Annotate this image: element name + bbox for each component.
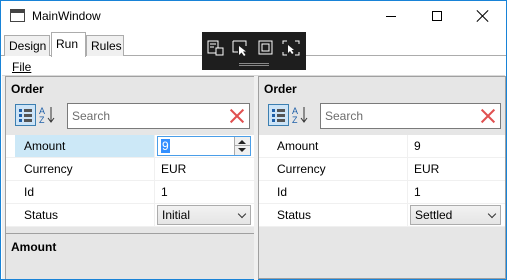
search-input[interactable] <box>72 109 222 123</box>
alphabetical-sort-button[interactable]: AZ <box>290 104 311 126</box>
menu-file[interactable]: File <box>12 60 31 74</box>
chevron-down-icon <box>487 209 497 219</box>
property-name: Amount <box>268 135 408 157</box>
amount-numeric-editor[interactable]: 9 <box>157 136 251 156</box>
sort-az-icon: AZ <box>292 106 308 125</box>
search-box[interactable] <box>67 103 250 129</box>
track-focus-icon[interactable] <box>232 40 250 56</box>
amount-value-text: 9 <box>161 139 170 153</box>
status-dropdown[interactable]: Settled <box>410 205 501 225</box>
status-selected-value: Settled <box>415 208 453 222</box>
property-grid-right: Order AZ Amount 9 Currency <box>258 76 506 279</box>
description-panel: Amount <box>6 233 254 279</box>
clear-search-icon[interactable] <box>480 108 496 124</box>
property-row-id[interactable]: Id 1 <box>259 181 505 204</box>
property-list: Amount 9 Currency EUR Id 1 Status Settle… <box>259 135 505 227</box>
alphabetical-sort-button[interactable]: AZ <box>37 104 58 126</box>
amount-spinner[interactable] <box>234 137 250 155</box>
chevron-down-icon <box>237 209 247 219</box>
object-title: Order <box>264 82 297 96</box>
main-window: MainWindow Design Run Rules File Order A… <box>0 0 507 280</box>
property-grid-left: Order AZ Amount 9 <box>5 76 255 279</box>
close-icon <box>477 10 489 22</box>
property-name: Currency <box>268 158 408 180</box>
property-row-status[interactable]: Status Settled <box>259 204 505 227</box>
property-value[interactable]: EUR <box>156 158 254 180</box>
content-area: Order AZ Amount 9 <box>2 75 506 280</box>
property-row-amount[interactable]: Amount 9 <box>6 135 254 158</box>
maximize-icon <box>432 11 442 21</box>
toolbar-grip[interactable] <box>239 63 269 66</box>
tab-run[interactable]: Run <box>51 32 86 57</box>
xaml-debug-toolbar <box>202 32 306 70</box>
property-name: Id <box>15 181 155 203</box>
property-list: Amount 9 Currency EUR Id 1 Status Initia… <box>6 135 254 227</box>
status-dropdown[interactable]: Initial <box>157 205 251 225</box>
hot-reload-icon[interactable] <box>282 40 300 56</box>
search-input[interactable] <box>325 109 475 123</box>
window-title: MainWindow <box>32 9 101 23</box>
property-value[interactable]: 1 <box>409 181 505 203</box>
title-bar[interactable]: MainWindow <box>1 1 506 31</box>
row-gutter <box>259 135 268 157</box>
row-gutter <box>6 181 15 203</box>
app-window-icon <box>10 9 25 22</box>
property-name: Currency <box>15 158 155 180</box>
close-button[interactable] <box>460 1 506 31</box>
property-row-status[interactable]: Status Initial <box>6 204 254 227</box>
property-row-amount[interactable]: Amount 9 <box>259 135 505 158</box>
row-gutter <box>6 158 15 180</box>
row-gutter <box>259 158 268 180</box>
property-name: Amount <box>15 135 155 157</box>
minimize-icon <box>386 15 396 17</box>
row-gutter <box>259 181 268 203</box>
maximize-button[interactable] <box>414 1 460 31</box>
select-element-icon[interactable] <box>207 40 225 56</box>
property-row-currency[interactable]: Currency EUR <box>259 158 505 181</box>
spin-down-icon[interactable] <box>238 148 246 152</box>
spin-up-icon[interactable] <box>238 140 246 144</box>
svg-text:Z: Z <box>292 115 298 125</box>
property-value[interactable]: EUR <box>409 158 505 180</box>
display-layout-adorners-icon[interactable] <box>257 40 275 56</box>
sort-az-icon: AZ <box>39 106 55 125</box>
property-name: Id <box>268 181 408 203</box>
property-row-id[interactable]: Id 1 <box>6 181 254 204</box>
row-gutter <box>6 135 15 157</box>
description-title: Amount <box>11 240 57 254</box>
row-gutter <box>259 204 268 226</box>
svg-text:Z: Z <box>39 115 45 125</box>
property-value[interactable]: 9 <box>409 135 505 157</box>
status-selected-value: Initial <box>162 208 191 222</box>
tab-rules[interactable]: Rules <box>86 35 124 56</box>
categorized-icon <box>19 109 32 122</box>
row-gutter <box>6 204 15 226</box>
amount-value[interactable]: 9 <box>161 139 170 153</box>
property-value[interactable]: 1 <box>156 181 254 203</box>
minimize-button[interactable] <box>368 1 414 31</box>
property-row-currency[interactable]: Currency EUR <box>6 158 254 181</box>
categorized-sort-button[interactable] <box>15 104 36 126</box>
spinner-divider <box>235 145 250 146</box>
search-box[interactable] <box>320 103 501 129</box>
property-name: Status <box>268 204 408 226</box>
clear-search-icon[interactable] <box>229 108 245 124</box>
categorized-icon <box>272 109 285 122</box>
property-name: Status <box>15 204 155 226</box>
object-title: Order <box>11 82 44 96</box>
menu-file-label: File <box>12 60 32 74</box>
tab-design[interactable]: Design <box>4 35 50 56</box>
categorized-sort-button[interactable] <box>268 104 289 126</box>
